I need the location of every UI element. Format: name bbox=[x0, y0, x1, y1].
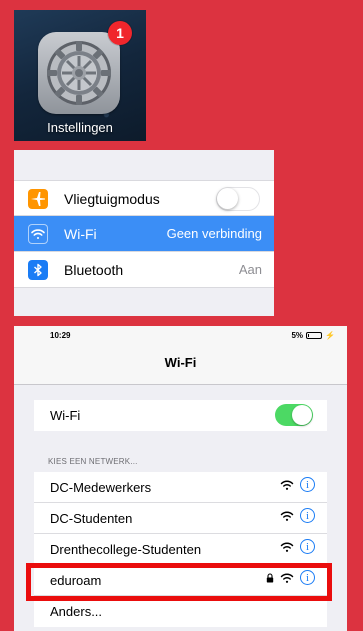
wifi-toggle-group: Wi-Fi bbox=[34, 400, 327, 431]
wifi-signal-icon bbox=[280, 480, 294, 490]
wifi-icon bbox=[28, 224, 48, 244]
home-screen-crop: 1 Instellingen bbox=[14, 10, 146, 141]
network-row[interactable]: Drenthecollege-Studenten i bbox=[34, 534, 327, 565]
wifi-toggle[interactable] bbox=[275, 404, 313, 426]
highlight-box bbox=[26, 563, 332, 601]
section-header: KIES EEN NETWERK... bbox=[48, 457, 138, 466]
settings-list-panel: Vliegtuigmodus Wi-Fi Geen verbinding Blu… bbox=[14, 150, 274, 316]
battery-indicator: 5% ⚡ bbox=[291, 331, 335, 340]
settings-row-bluetooth[interactable]: Bluetooth Aan bbox=[14, 252, 274, 288]
wifi-toggle-row: Wi-Fi bbox=[34, 400, 327, 431]
settings-row-label: Vliegtuigmodus bbox=[64, 191, 160, 207]
toggle-knob bbox=[292, 405, 312, 425]
airplane-mode-toggle[interactable] bbox=[216, 187, 260, 211]
gear-icon bbox=[47, 41, 111, 105]
airplane-icon bbox=[28, 189, 48, 209]
wifi-signal-icon bbox=[280, 511, 294, 521]
info-icon[interactable]: i bbox=[300, 539, 315, 554]
wifi-toggle-label: Wi-Fi bbox=[50, 408, 81, 423]
network-name: DC-Studenten bbox=[50, 511, 133, 526]
network-row[interactable]: DC-Medewerkers i bbox=[34, 472, 327, 503]
network-name: DC-Medewerkers bbox=[50, 480, 152, 495]
notification-badge: 1 bbox=[108, 21, 132, 45]
status-bar: 10:29 5% ⚡ bbox=[14, 326, 347, 344]
nav-bar: Wi-Fi bbox=[14, 344, 347, 385]
settings-row-value: Aan bbox=[238, 262, 262, 277]
wifi-signal-icon bbox=[280, 542, 294, 552]
info-icon[interactable]: i bbox=[300, 477, 315, 492]
info-icon[interactable]: i bbox=[300, 508, 315, 523]
toggle-knob bbox=[217, 188, 238, 209]
settings-row-value: Geen verbinding bbox=[166, 226, 262, 241]
bluetooth-icon bbox=[28, 260, 48, 280]
settings-app-icon[interactable] bbox=[38, 32, 120, 114]
settings-row-label: Bluetooth bbox=[64, 262, 124, 278]
app-label: Instellingen bbox=[47, 120, 113, 135]
charging-icon: ⚡ bbox=[325, 331, 335, 340]
battery-percent: 5% bbox=[291, 331, 304, 340]
battery-icon bbox=[306, 332, 323, 339]
network-row[interactable]: DC-Studenten i bbox=[34, 503, 327, 534]
settings-row-airplane-mode[interactable]: Vliegtuigmodus bbox=[14, 180, 274, 216]
settings-row-wifi[interactable]: Wi-Fi Geen verbinding bbox=[14, 216, 274, 252]
settings-list: Vliegtuigmodus Wi-Fi Geen verbinding Blu… bbox=[14, 180, 274, 288]
network-list: DC-Medewerkers i DC-Studenten i Drenthec… bbox=[34, 472, 327, 627]
status-time: 10:29 bbox=[50, 331, 71, 340]
network-name: Drenthecollege-Studenten bbox=[50, 542, 202, 557]
settings-row-label: Wi-Fi bbox=[64, 226, 97, 242]
page-title: Wi-Fi bbox=[164, 355, 197, 370]
